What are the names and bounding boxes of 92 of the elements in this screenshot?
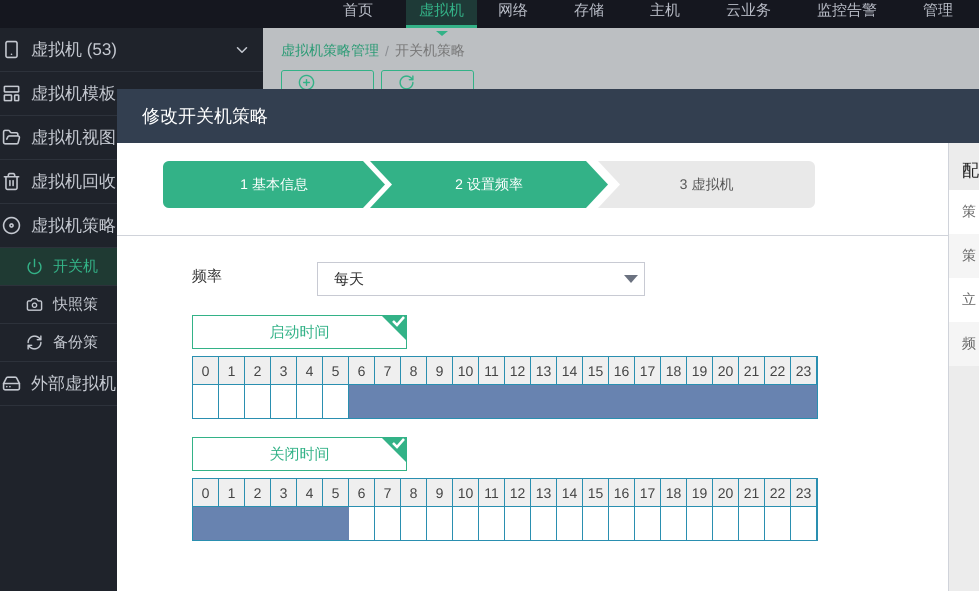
hour-header: 0 [193,479,219,507]
nav-tab[interactable]: 虚拟机 [406,0,477,28]
hour-header: 9 [427,357,453,385]
hour-header: 23 [791,357,817,385]
hour-header: 16 [609,357,635,385]
hour-header: 14 [557,479,583,507]
hour-header: 5 [323,479,349,507]
sidebar-label: 开关机 [53,257,98,276]
nav-tab[interactable]: 云业务 [713,0,784,28]
hour-header: 17 [635,357,661,385]
sidebar-label: 虚拟机策略 [31,215,116,237]
hour-header: 21 [739,479,765,507]
hour-header: 16 [609,479,635,507]
hour-header: 19 [687,357,713,385]
hour-header: 20 [713,479,739,507]
hour-header: 4 [297,479,323,507]
hour-header: 2 [245,357,271,385]
hour-header: 20 [713,357,739,385]
hour-header: 21 [739,357,765,385]
camera-icon [26,296,43,313]
hour-header: 22 [765,479,791,507]
hour-header: 17 [635,479,661,507]
panel-row: 策 [949,190,979,234]
refresh-icon [26,334,43,351]
sidebar-label: 虚拟机视图 [31,127,116,149]
nav-tab[interactable]: 主机 [637,0,693,28]
hour-header: 7 [375,357,401,385]
sidebar-label: 虚拟机 (53) [31,39,117,61]
hour-header: 8 [401,479,427,507]
template-icon [2,84,21,103]
hour-header: 15 [583,357,609,385]
hour-header: 10 [453,479,479,507]
hour-header: 3 [271,479,297,507]
nav-tab[interactable]: 网络 [485,0,541,28]
power-icon [26,258,43,275]
sidebar-label: 虚拟机模板 [31,83,116,105]
hour-header: 7 [375,479,401,507]
dialog-title: 修改开关机策略 [142,105,268,128]
folder-icon [2,128,21,147]
hour-header: 9 [427,479,453,507]
sidebar-label: 外部虚拟机 [31,373,116,395]
hour-header: 19 [687,479,713,507]
sidebar-item[interactable]: 开关机 [0,248,117,286]
hour-header: 15 [583,479,609,507]
hour-header: 13 [531,357,557,385]
hour-header: 10 [453,357,479,385]
nav-tab[interactable]: 存储 [561,0,617,28]
breadcrumb-current: 开关机策略 [394,42,465,60]
hour-header: 1 [219,479,245,507]
field-label: 频率 [192,266,223,286]
panel-heading: 配 [961,160,979,182]
hour-header: 0 [193,357,219,385]
hour-header: 12 [505,357,531,385]
nav-tab[interactable]: 首页 [330,0,386,28]
panel-row: 策 [949,234,979,278]
hour-header: 11 [479,479,505,507]
refresh-icon [398,74,415,91]
hour-header: 22 [765,357,791,385]
breadcrumb-separator: / [385,43,389,59]
hour-header: 18 [661,479,687,507]
hour-header: 4 [297,357,323,385]
hour-header: 11 [479,357,505,385]
hour-header: 12 [505,479,531,507]
sidebar-label: 虚拟机回收 [31,171,116,193]
hour-header: 14 [557,357,583,385]
drive-icon [2,374,21,393]
check-icon [381,315,407,341]
nav-tab[interactable]: 监控告警 [804,0,890,28]
check-icon [381,437,407,463]
device-icon [2,40,21,59]
disc-icon [2,216,21,235]
hour-header: 6 [349,479,375,507]
nav-tab[interactable]: 管理 [910,0,966,28]
hour-header: 18 [661,357,687,385]
hour-header: 3 [271,357,297,385]
panel-row: 频 [949,322,979,366]
sidebar-item[interactable]: 虚拟机模板 [0,72,117,116]
hour-header: 8 [401,357,427,385]
hour-header: 2 [245,479,271,507]
sidebar-label: 快照策 [53,295,98,314]
plus-icon [298,74,315,91]
frequency-select[interactable]: 每天 [317,262,645,296]
sidebar-label: 备份策 [53,333,98,352]
hour-header: 5 [323,357,349,385]
hour-header: 1 [219,357,245,385]
caret-icon [624,275,638,283]
panel-row: 立 [949,278,979,322]
trash-icon [2,172,21,191]
hour-header: 13 [531,479,557,507]
hour-header: 23 [791,479,817,507]
hour-header: 6 [349,357,375,385]
wizard-step[interactable]: 3 虚拟机 [598,161,815,208]
